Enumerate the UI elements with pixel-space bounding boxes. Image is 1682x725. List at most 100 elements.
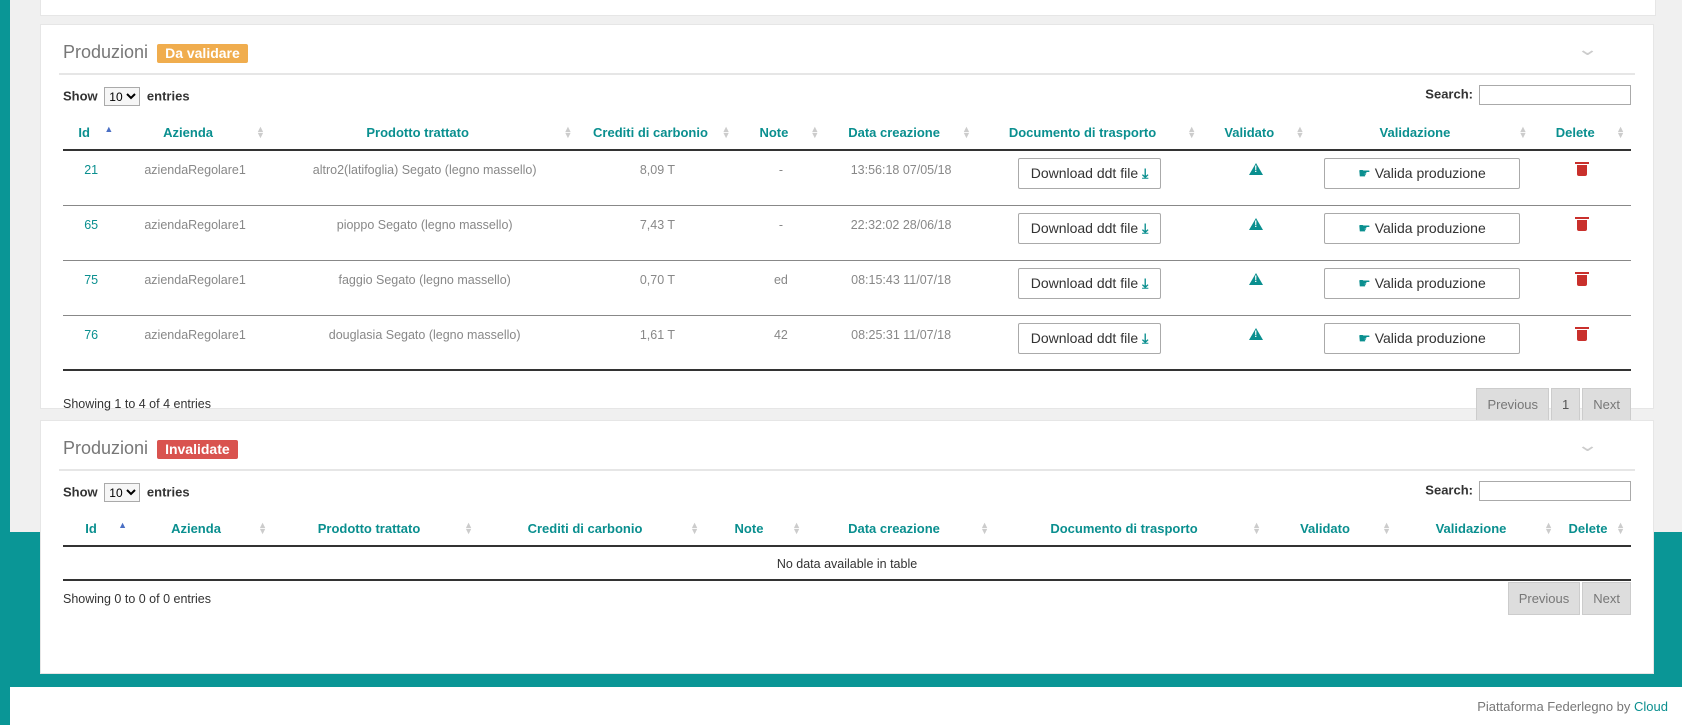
cell-documento: Download ddt file ⤓	[976, 205, 1203, 261]
cell-azienda: aziendaRegolare1	[119, 315, 271, 371]
search-input[interactable]	[1479, 481, 1631, 501]
col-validazione[interactable]: Validazione ▲ ▼	[1397, 511, 1559, 547]
search-control: Search:	[1425, 85, 1631, 105]
download-ddt-button[interactable]: Download ddt file ⤓	[1017, 212, 1162, 244]
previous-button[interactable]: Previous	[1476, 388, 1550, 421]
col-note[interactable]: Note ▲ ▼	[705, 511, 807, 547]
trash-icon[interactable]	[1575, 326, 1590, 341]
page-button[interactable]: 1	[1551, 388, 1581, 421]
warning-icon	[1249, 272, 1264, 285]
cell-documento: Download ddt file ⤓	[976, 315, 1203, 371]
pagination: Previous 1 Next	[1474, 388, 1631, 421]
col-prodotto[interactable]: Prodotto trattato ▲ ▼	[273, 511, 479, 547]
next-button[interactable]: Next	[1582, 582, 1631, 615]
col-validazione[interactable]: Validazione ▲ ▼	[1310, 115, 1534, 151]
download-icon: ⤓	[1142, 329, 1149, 346]
cell-id: 76	[63, 315, 120, 371]
cell-prodotto: pioppo Segato (legno massello)	[270, 205, 579, 261]
cell-validazione: ☛ Valida produzione	[1310, 315, 1534, 371]
col-crediti[interactable]: Crediti di carbonio ▲ ▼	[578, 115, 737, 151]
col-data[interactable]: Data creazione ▲ ▼	[807, 511, 995, 547]
download-ddt-button[interactable]: Download ddt file ⤓	[1017, 267, 1162, 299]
table-row: No data available in table	[63, 546, 1631, 581]
col-azienda[interactable]: Azienda ▲ ▼	[133, 511, 273, 547]
trash-icon[interactable]	[1575, 271, 1590, 286]
download-icon: ⤓	[1142, 165, 1149, 181]
cell-data: 08:15:43 11/07/18	[825, 260, 977, 316]
cell-validato	[1202, 260, 1311, 316]
cell-prodotto: douglasia Segato (legno massello)	[270, 315, 579, 371]
col-validato[interactable]: Validato ▲ ▼	[1267, 511, 1397, 547]
col-azienda[interactable]: Azienda ▲ ▼	[119, 115, 271, 151]
cell-validazione: ☛ Valida produzione	[1310, 150, 1534, 206]
cell-data: 22:32:02 28/06/18	[825, 205, 977, 261]
footer-link[interactable]: Cloud	[1634, 699, 1668, 714]
col-documento[interactable]: Documento di trasporto ▲ ▼	[976, 115, 1203, 151]
cell-documento: Download ddt file ⤓	[976, 150, 1203, 206]
hand-point-icon: ☛	[1358, 165, 1371, 181]
table-header-row: Id ▲ Azienda ▲ ▼ Prodotto trattato ▲ ▼ Credit…	[63, 511, 1631, 547]
panel-title-text: Produzioni	[63, 42, 149, 62]
productions-table: Id ▲ Azienda ▲ ▼ Prodotto trattato ▲ ▼ Credit…	[63, 115, 1631, 371]
cell-note: ed	[736, 260, 826, 316]
download-ddt-button[interactable]: Download ddt file ⤓	[1017, 322, 1162, 354]
panel-title: Produzioni Da validare	[63, 42, 248, 63]
hand-point-icon: ☛	[1358, 274, 1371, 291]
panel-title-text: Produzioni	[63, 438, 149, 458]
valida-produzione-button[interactable]: ☛ Valida produzione	[1323, 158, 1520, 189]
next-button[interactable]: Next	[1582, 388, 1631, 421]
col-crediti[interactable]: Crediti di carbonio ▲ ▼	[479, 511, 705, 547]
col-data[interactable]: Data creazione ▲ ▼	[825, 115, 977, 151]
valida-produzione-button[interactable]: ☛ Valida produzione	[1323, 212, 1520, 244]
previous-panel-bottom	[40, 0, 1656, 16]
cell-crediti: 0,70 T	[578, 260, 737, 316]
search-input[interactable]	[1479, 85, 1631, 105]
length-select[interactable]: 10	[104, 483, 141, 502]
trash-icon[interactable]	[1575, 216, 1590, 231]
col-id[interactable]: Id ▲	[63, 115, 120, 151]
invalidated-table: Id ▲ Azienda ▲ ▼ Prodotto trattato ▲ ▼ Credit…	[63, 511, 1631, 581]
panel-header: Produzioni Invalidate ⌄	[59, 421, 1635, 471]
cell-crediti: 8,09 T	[578, 150, 737, 206]
col-prodotto[interactable]: Prodotto trattato ▲ ▼	[270, 115, 579, 151]
cell-validato	[1202, 315, 1311, 371]
chevron-down-icon[interactable]: ⌄	[1576, 39, 1599, 60]
col-validato[interactable]: Validato ▲ ▼	[1202, 115, 1311, 151]
col-documento[interactable]: Documento di trasporto ▲ ▼	[995, 511, 1267, 547]
hand-point-icon: ☛	[1358, 329, 1371, 346]
col-delete[interactable]: Delete ▲ ▼	[1533, 115, 1631, 151]
download-ddt-button[interactable]: Download ddt file ⤓	[1017, 158, 1162, 189]
show-label: Show	[63, 484, 98, 500]
valida-produzione-button[interactable]: ☛ Valida produzione	[1323, 267, 1520, 299]
pagination: Previous Next	[1506, 582, 1631, 615]
col-note[interactable]: Note ▲ ▼	[736, 115, 826, 151]
cell-note: 42	[736, 315, 826, 371]
table-row: 75 aziendaRegolare1 faggio Segato (legno…	[63, 260, 1631, 316]
panel-invalidate: Produzioni Invalidate ⌄ Show 10 entries …	[40, 420, 1654, 674]
length-control: Show 10 entries	[63, 483, 190, 502]
length-select[interactable]: 10	[104, 87, 141, 106]
cell-delete	[1533, 205, 1631, 261]
table-header-row: Id ▲ Azienda ▲ ▼ Prodotto trattato ▲ ▼ Credit…	[63, 115, 1631, 151]
cell-validazione: ☛ Valida produzione	[1310, 260, 1534, 316]
cell-prodotto: faggio Segato (legno massello)	[270, 260, 579, 316]
download-icon: ⤓	[1142, 219, 1149, 236]
valida-produzione-button[interactable]: ☛ Valida produzione	[1323, 322, 1520, 354]
trash-icon[interactable]	[1575, 162, 1590, 176]
hand-point-icon: ☛	[1358, 219, 1371, 236]
chevron-down-icon[interactable]: ⌄	[1576, 435, 1599, 456]
download-icon: ⤓	[1142, 274, 1149, 291]
cell-prodotto: altro2(latifoglia) Segato (legno massell…	[270, 150, 579, 206]
col-delete[interactable]: Delete ▲ ▼	[1559, 511, 1631, 547]
cell-azienda: aziendaRegolare1	[119, 205, 271, 261]
search-control: Search:	[1425, 481, 1631, 501]
panel-da-validare: Produzioni Da validare ⌄ Show 10 entries…	[40, 24, 1654, 421]
status-badge: Da validare	[157, 44, 248, 63]
footer-text: Piattaforma Federlegno by Cloud	[1477, 699, 1668, 714]
footer: Piattaforma Federlegno by Cloud	[10, 687, 1682, 725]
table-info: Showing 0 to 0 of 0 entries	[63, 592, 212, 606]
panel-title: Produzioni Invalidate	[63, 438, 238, 459]
previous-button[interactable]: Previous	[1507, 582, 1581, 615]
entries-label: entries	[146, 484, 190, 500]
col-id[interactable]: Id ▲	[63, 511, 133, 547]
